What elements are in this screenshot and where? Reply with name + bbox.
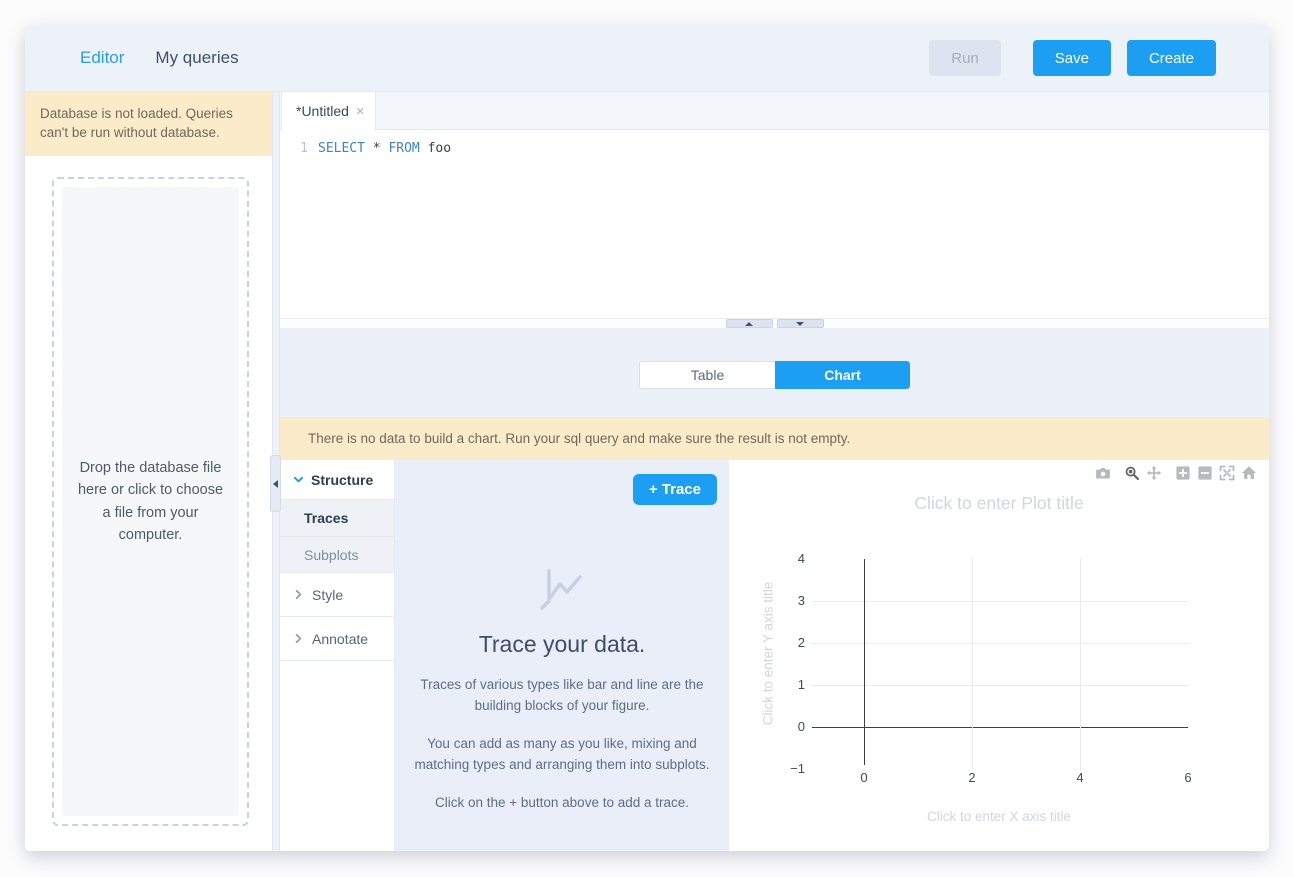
view-toggle: Table Chart — [639, 361, 910, 389]
y-tick-label: 2 — [769, 635, 805, 650]
database-dropzone[interactable]: Drop the database file here or click to … — [52, 177, 249, 826]
nav-editor-link[interactable]: Editor — [80, 48, 124, 68]
camera-icon[interactable] — [1092, 463, 1114, 483]
chevron-right-icon — [293, 633, 304, 644]
tab-label: *Untitled — [296, 103, 349, 119]
y-tick-label: 0 — [769, 719, 805, 734]
nav-traces[interactable]: Traces — [280, 500, 394, 537]
sql-code-line: 1 SELECT * FROM foo — [280, 130, 1269, 158]
nav-subplots[interactable]: Subplots — [280, 537, 394, 573]
line-chart-icon — [395, 568, 729, 615]
trace-panel-paragraph: You can add as many as you like, mixing … — [409, 734, 715, 776]
chevron-right-icon — [293, 589, 304, 600]
chart-view-button[interactable]: Chart — [775, 361, 910, 389]
sidebar-collapse-handle[interactable] — [270, 455, 281, 512]
database-sidebar: Database is not loaded. Queries can't be… — [25, 92, 272, 851]
trace-panel: + Trace Trace your data. Traces of vario… — [395, 460, 729, 851]
no-data-warning: There is no data to build a chart. Run y… — [280, 417, 1269, 460]
add-trace-button[interactable]: + Trace — [633, 474, 717, 505]
nav-structure[interactable]: Structure — [280, 460, 394, 500]
y-tick-label: 4 — [769, 551, 805, 566]
x-tick-label: 2 — [968, 770, 975, 785]
y-tick-label: −1 — [769, 761, 805, 776]
run-button[interactable]: Run — [929, 40, 1001, 76]
nav-annotate[interactable]: Annotate — [280, 617, 394, 661]
nav-annotate-label: Annotate — [312, 631, 368, 647]
nav-my-queries-link[interactable]: My queries — [155, 48, 238, 68]
y-axis-title-placeholder[interactable]: Click to enter Y axis title — [761, 534, 776, 774]
results-toolbar: Table Chart — [280, 328, 1269, 417]
line-number: 1 — [280, 140, 318, 158]
tab-close-icon[interactable]: × — [356, 103, 365, 120]
arrow-down-icon — [796, 322, 804, 326]
table-view-button[interactable]: Table — [639, 361, 775, 389]
save-button[interactable]: Save — [1033, 40, 1111, 76]
nav-style-label: Style — [312, 587, 343, 603]
x-tick-label: 4 — [1076, 770, 1083, 785]
nav-style[interactable]: Style — [280, 573, 394, 617]
x-tick-label: 6 — [1184, 770, 1191, 785]
navbar: Editor My queries Run Save Create — [25, 25, 1269, 92]
main-panel: *Untitled × 1 SELECT * FROM foo Tab — [280, 92, 1269, 851]
trace-panel-paragraph: Traces of various types like bar and lin… — [409, 675, 715, 717]
expand-results-button[interactable] — [777, 319, 824, 328]
x-axis-title-placeholder[interactable]: Click to enter X axis title — [729, 809, 1269, 824]
plot-title-placeholder[interactable]: Click to enter Plot title — [729, 493, 1269, 514]
zoom-icon[interactable] — [1121, 463, 1143, 483]
zoom-in-icon[interactable] — [1172, 463, 1194, 483]
sql-code: SELECT * FROM foo — [318, 140, 451, 158]
trace-panel-paragraph: Click on the + button above to add a tra… — [409, 793, 715, 814]
y-tick-label: 1 — [769, 677, 805, 692]
app-window: Editor My queries Run Save Create Databa… — [25, 25, 1269, 851]
dropzone-label: Drop the database file here or click to … — [62, 187, 239, 816]
y-tick-label: 3 — [769, 593, 805, 608]
chevron-down-icon — [293, 474, 304, 485]
query-tabbar: *Untitled × — [280, 92, 1269, 130]
create-button[interactable]: Create — [1127, 40, 1216, 76]
zoom-out-icon[interactable] — [1194, 463, 1216, 483]
plot-modebar — [1092, 463, 1260, 483]
chart-editor-nav: Structure Traces Subplots Style Annotate — [280, 460, 395, 851]
pan-icon[interactable] — [1143, 463, 1165, 483]
expand-editor-button[interactable] — [726, 319, 773, 328]
tab-untitled[interactable]: *Untitled × — [281, 92, 376, 130]
plot-preview: Click to enter Plot title Click to enter… — [729, 460, 1269, 851]
collapse-left-icon — [273, 480, 278, 488]
database-warning: Database is not loaded. Queries can't be… — [25, 92, 272, 156]
sql-editor[interactable]: 1 SELECT * FROM foo — [280, 130, 1269, 318]
x-tick-label: 0 — [860, 770, 867, 785]
trace-panel-heading: Trace your data. — [395, 631, 729, 658]
reset-axes-home-icon[interactable] — [1238, 463, 1260, 483]
editor-results-splitter[interactable] — [280, 318, 1269, 328]
plot-drag-region[interactable] — [812, 558, 1188, 770]
arrow-up-icon — [745, 322, 753, 326]
autoscale-icon[interactable] — [1216, 463, 1238, 483]
nav-structure-label: Structure — [311, 472, 373, 488]
